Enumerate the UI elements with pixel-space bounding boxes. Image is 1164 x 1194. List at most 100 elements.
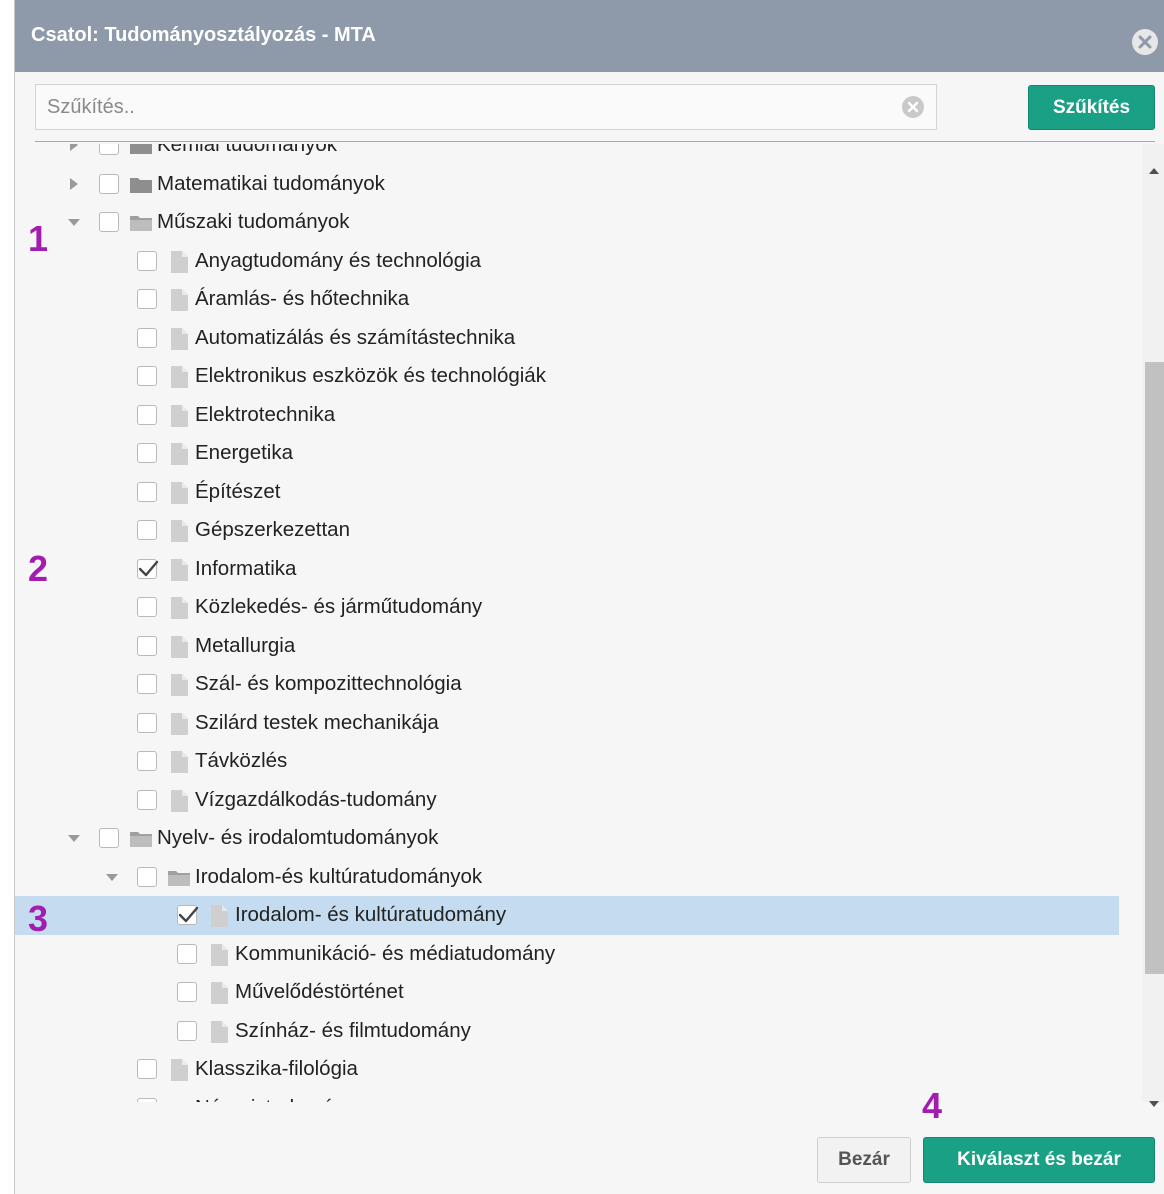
- checkbox[interactable]: [137, 520, 157, 540]
- file-icon: [167, 327, 191, 351]
- expanded-arrow-icon[interactable]: [67, 215, 81, 229]
- tree-item-row[interactable]: Informatika: [15, 550, 1139, 589]
- search-box: [35, 84, 937, 130]
- checkbox[interactable]: [137, 635, 157, 656]
- tree-list: Kémiai tudományok Matematikai tudományok M…: [15, 144, 1139, 1102]
- folder-open-icon: [129, 827, 153, 851]
- annotation-marker-4: 4: [922, 1085, 943, 1126]
- tree-item-label: Művelődéstörténet: [235, 980, 404, 1003]
- close-icon[interactable]: [1132, 29, 1158, 55]
- tree-item-row[interactable]: Kommunikáció- és médiatudomány: [15, 935, 1139, 974]
- tree-item-label: Építészet: [195, 479, 281, 503]
- checkbox[interactable]: [99, 144, 119, 155]
- checkbox[interactable]: [137, 289, 157, 309]
- collapsed-arrow-icon[interactable]: [67, 144, 81, 152]
- expanded-arrow-icon[interactable]: [67, 831, 81, 845]
- tree-item-row[interactable]: Energetika: [15, 434, 1139, 473]
- annotation-marker-1: 1: [28, 218, 49, 259]
- file-icon: [167, 750, 191, 774]
- checkbox[interactable]: [137, 789, 157, 810]
- tree-folder-row[interactable]: Nyelv- és irodalomtudományok: [15, 819, 1139, 858]
- file-icon: [207, 943, 231, 967]
- tree-item-label: Irodalom- és kultúratudomány: [235, 903, 507, 926]
- tree-item-label: Matematikai tudományok: [157, 171, 385, 195]
- tree-item-row[interactable]: Szál- és kompozittechnológia: [15, 665, 1139, 704]
- checkbox[interactable]: [137, 443, 157, 463]
- tree-item-label: Távközlés: [195, 749, 288, 772]
- checkbox[interactable]: [99, 212, 119, 232]
- tree-folder-row[interactable]: Matematikai tudományok: [15, 165, 1139, 204]
- close-button[interactable]: Bezár: [817, 1137, 911, 1183]
- checkbox[interactable]: [177, 943, 197, 964]
- tree-folder-row[interactable]: Műszaki tudományok: [15, 203, 1139, 242]
- checkbox[interactable]: [137, 1097, 157, 1102]
- tree-item-label: Nyelv- és irodalomtudományok: [157, 826, 439, 849]
- scrollbar[interactable]: [1142, 144, 1164, 1107]
- tree-item-label: Elektronikus eszközök és technológiák: [195, 364, 546, 387]
- tree-item-row[interactable]: Művelődéstörténet: [15, 973, 1139, 1012]
- tree-item-row[interactable]: Vízgazdálkodás-tudomány: [15, 781, 1139, 820]
- tree-item-row[interactable]: Elektronikus eszközök és technológiák: [15, 357, 1139, 396]
- file-icon: [167, 789, 191, 813]
- checkbox[interactable]: [99, 828, 119, 848]
- tree-item-row[interactable]: Távközlés: [15, 742, 1139, 781]
- checkbox-checked[interactable]: [137, 558, 159, 579]
- tree-folder-row[interactable]: Kémiai tudományok: [15, 144, 1139, 165]
- checkbox[interactable]: [137, 597, 157, 617]
- tree-item-label: Energetika: [195, 441, 294, 464]
- checkbox-checked[interactable]: [177, 905, 199, 925]
- tree-item-row[interactable]: Közlekedés- és járműtudomány: [15, 588, 1139, 627]
- tree-folder-row[interactable]: Irodalom-és kultúratudományok: [15, 858, 1139, 897]
- tree-item-label: Néprajztudomány: [195, 1096, 356, 1103]
- divider: [35, 141, 1155, 142]
- scroll-down-arrow-icon[interactable]: [1148, 1099, 1160, 1109]
- tree-item-row[interactable]: Szilárd testek mechanikája: [15, 704, 1139, 743]
- checkbox[interactable]: [137, 1059, 157, 1079]
- file-icon: [167, 635, 191, 659]
- checkbox[interactable]: [137, 250, 157, 271]
- tree-item-row[interactable]: Színház- és filmtudomány: [15, 1012, 1139, 1051]
- tree-item-label: Műszaki tudományok: [157, 210, 350, 233]
- tree-item-label: Közlekedés- és járműtudomány: [195, 595, 483, 618]
- tree-item-label: Színház- és filmtudomány: [235, 1018, 471, 1042]
- filter-button[interactable]: Szűkítés: [1028, 85, 1155, 130]
- select-and-close-button[interactable]: Kiválaszt és bezár: [923, 1137, 1155, 1183]
- file-icon: [167, 442, 191, 466]
- checkbox[interactable]: [137, 481, 157, 502]
- checkbox[interactable]: [177, 1020, 197, 1041]
- checkbox[interactable]: [99, 173, 119, 194]
- tree-item-row[interactable]: Klasszika-filológia: [15, 1050, 1139, 1089]
- file-icon: [207, 904, 231, 928]
- file-icon: [167, 558, 191, 582]
- tree-item-row[interactable]: Automatizálás és számítástechnika: [15, 319, 1139, 358]
- tree-item-row[interactable]: Anyagtudomány és technológia: [15, 242, 1139, 281]
- tree-item-row[interactable]: Metallurgia: [15, 627, 1139, 666]
- checkbox[interactable]: [137, 674, 157, 694]
- checkbox[interactable]: [137, 866, 157, 887]
- tree-item-row[interactable]: Irodalom- és kultúratudomány: [15, 896, 1119, 935]
- tree-folder-row[interactable]: Néprajztudomány: [15, 1089, 1139, 1103]
- checkbox[interactable]: [137, 751, 157, 771]
- checkbox[interactable]: [137, 366, 157, 386]
- expanded-arrow-icon[interactable]: [105, 870, 119, 884]
- tree-item-label: Vízgazdálkodás-tudomány: [195, 787, 437, 811]
- tree-item-row[interactable]: Elektrotechnika: [15, 396, 1139, 435]
- tree-item-row[interactable]: Építészet: [15, 473, 1139, 512]
- tree-item-row[interactable]: Gépszerkezettan: [15, 511, 1139, 550]
- scroll-up-arrow-icon[interactable]: [1148, 166, 1160, 176]
- collapsed-arrow-icon[interactable]: [67, 177, 81, 191]
- tree-view: Kémiai tudományok Matematikai tudományok M…: [15, 144, 1139, 1102]
- checkbox[interactable]: [177, 982, 197, 1002]
- clear-icon[interactable]: [902, 96, 924, 118]
- collapsed-arrow-icon[interactable]: [105, 1101, 119, 1102]
- file-icon: [167, 1058, 191, 1082]
- checkbox[interactable]: [137, 327, 157, 348]
- file-icon: [167, 519, 191, 543]
- scrollbar-thumb[interactable]: [1145, 362, 1164, 974]
- dialog-title: Csatol: Tudományosztályozás - MTA: [31, 24, 376, 46]
- tree-item-label: Kommunikáció- és médiatudomány: [235, 941, 556, 965]
- search-input[interactable]: [36, 85, 897, 129]
- checkbox[interactable]: [137, 404, 157, 425]
- tree-item-row[interactable]: Áramlás- és hőtechnika: [15, 280, 1139, 319]
- checkbox[interactable]: [137, 712, 157, 733]
